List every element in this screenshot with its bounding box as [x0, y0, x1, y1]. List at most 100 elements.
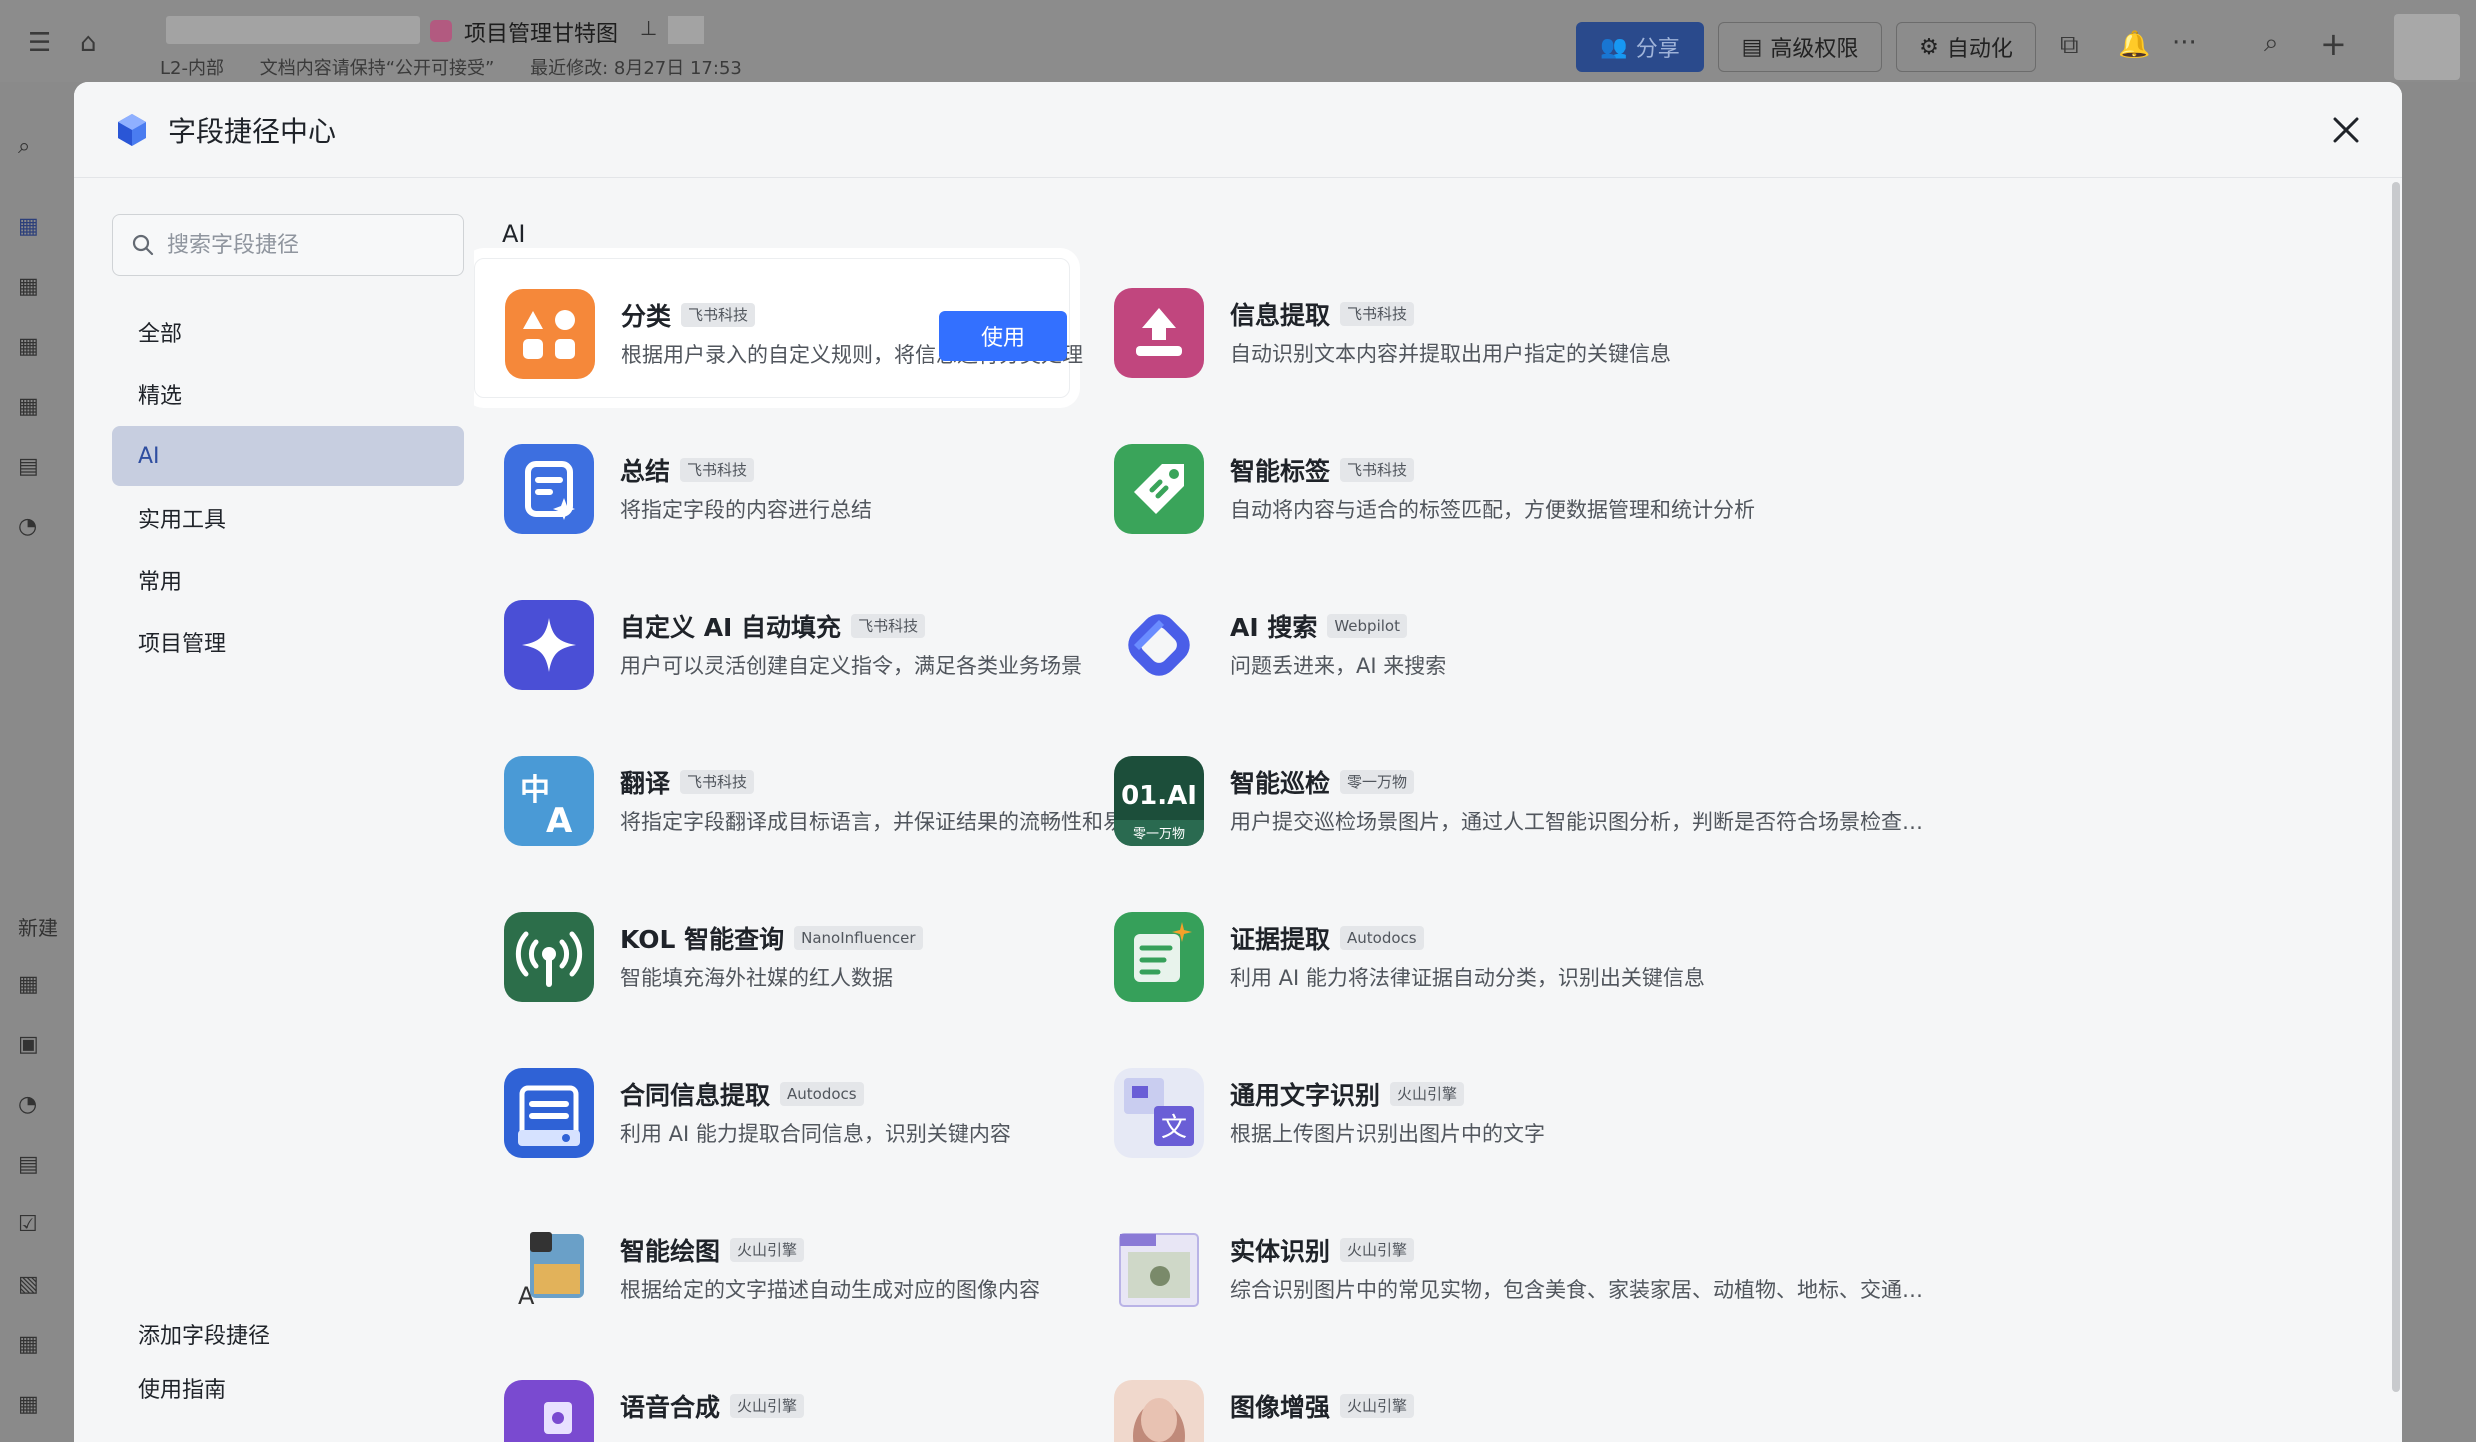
search-input[interactable]	[165, 231, 445, 259]
sparkle-icon	[504, 600, 594, 690]
evidence-icon	[1114, 912, 1204, 1002]
add-shortcut-link[interactable]: 添加字段捷径	[138, 1318, 270, 1350]
shortcut-list: AI 分类 飞书科技 根据用户录入的自定义规则，将信息进行分类处理 使用 信息提取 飞书…	[474, 178, 2402, 1442]
new-table-icon[interactable]: ▦	[18, 972, 39, 997]
provider-tag: 飞书科技	[680, 770, 755, 794]
new-excel-icon[interactable]: ▧	[18, 1272, 39, 1297]
right-panel	[2402, 82, 2476, 1442]
share-button[interactable]: 👥 分享	[1576, 22, 1704, 72]
contract-icon	[504, 1068, 594, 1158]
shortcut-card[interactable]: 语音合成 火山引擎	[474, 1350, 1074, 1442]
new-table-icon[interactable]: ▦	[18, 1392, 39, 1417]
shortcut-card[interactable]: 自定义 AI 自动填充 飞书科技 用户可以灵活创建自定义指令，满足各类业务场景	[474, 570, 1082, 710]
svg-text:零一万物: 零一万物	[1133, 827, 1185, 842]
app-background: ☰ ⌂ 项目管理甘特图 ⊥ L2-内部 文档内容请保持“公开可接受” 最近修改:…	[0, 0, 2476, 1442]
new-dashboard-icon[interactable]: ◔	[18, 1092, 37, 1117]
nav-item-featured[interactable]: 精选	[112, 364, 464, 424]
nav-item-utilities[interactable]: 实用工具	[112, 488, 464, 548]
new-doc-icon[interactable]: ▤	[18, 1152, 39, 1177]
shortcut-name: 图像增强 火山引擎	[1230, 1388, 1415, 1424]
classify-icon	[505, 289, 595, 379]
svg-text:A: A	[546, 801, 573, 841]
collapse-sidebar-icon[interactable]: ☰	[28, 30, 51, 56]
home-icon[interactable]: ⌂	[80, 30, 97, 56]
search-icon	[132, 234, 154, 256]
shortcut-description: 综合识别图片中的常见实物，包含美食、家装家居、动植物、地标、交通工具等	[1230, 1278, 1930, 1302]
shortcut-name-text: KOL 智能查询	[620, 925, 785, 954]
shortcut-logo-icon	[118, 114, 146, 146]
plus-icon[interactable]: +	[2320, 28, 2347, 60]
search-icon[interactable]: ⌕	[2264, 30, 2279, 56]
scrollbar[interactable]	[2392, 182, 2400, 1392]
shortcut-card[interactable]: 01.AI 零一万物 智能巡检 零一万物 用户提交巡检场景图片，通过人工智能识图分析，…	[1084, 726, 1984, 866]
sidebar-table-icon[interactable]: ▦	[18, 274, 39, 299]
provider-tag: 零一万物	[1340, 770, 1415, 794]
nav-item-ai[interactable]: AI	[112, 426, 464, 486]
shortcut-card[interactable]: 合同信息提取 Autodocs 利用 AI 能力提取合同信息，识别关键内容	[474, 1038, 1074, 1178]
shortcut-name: 智能绘图 火山引擎	[620, 1232, 805, 1268]
new-check-icon[interactable]: ☑	[18, 1212, 38, 1237]
provider-tag: Autodocs	[1340, 926, 1424, 950]
usage-guide-link[interactable]: 使用指南	[138, 1372, 226, 1404]
sidebar-search-icon[interactable]: ⌕	[18, 134, 30, 159]
avatar[interactable]	[2394, 14, 2460, 80]
shortcut-card[interactable]: KOL 智能查询 NanoInfluencer 智能填充海外社媒的红人数据	[474, 882, 1074, 1022]
robot-icon: ⚙	[1919, 34, 1939, 60]
provider-tag: 火山引擎	[730, 1394, 805, 1418]
sidebar-table-icon[interactable]: ▦	[18, 394, 39, 419]
new-label: 新建	[18, 916, 58, 940]
provider-tag: Webpilot	[1327, 614, 1407, 638]
provider-tag: Autodocs	[780, 1082, 864, 1106]
search-field[interactable]	[112, 214, 464, 276]
shortcut-card[interactable]: 信息提取 飞书科技 自动识别文本内容并提取出用户指定的关键信息	[1084, 258, 1984, 398]
shortcut-name-text: 总结	[620, 457, 671, 486]
shortcut-name: 通用文字识别 火山引擎	[1230, 1076, 1465, 1112]
doc-type-icon	[430, 20, 452, 42]
shortcut-description: 用户提交巡检场景图片，通过人工智能识图分析，判断是否符合场景检查标准	[1230, 810, 1930, 834]
sidebar-table-icon[interactable]: ▦	[18, 334, 39, 359]
doc-title[interactable]: 项目管理甘特图	[464, 16, 618, 48]
shortcut-name: 智能巡检 零一万物	[1230, 764, 1415, 800]
nav-item-all[interactable]: 全部	[112, 302, 464, 362]
bell-icon[interactable]: 🔔	[2118, 32, 2150, 58]
close-button[interactable]	[2324, 108, 2368, 152]
new-table-icon[interactable]: ▦	[18, 1332, 39, 1357]
shortcut-description: 自动识别文本内容并提取出用户指定的关键信息	[1230, 342, 1671, 366]
shortcut-name: 实体识别 火山引擎	[1230, 1232, 1415, 1268]
01ai-icon: 01.AI 零一万物	[1114, 756, 1204, 846]
sidebar-table-icon[interactable]: ▦	[18, 214, 39, 239]
shortcut-name-text: 合同信息提取	[620, 1081, 771, 1110]
new-form-icon[interactable]: ▣	[18, 1032, 39, 1057]
extension-icon[interactable]: ⧉	[2060, 32, 2079, 58]
pin-icon[interactable]: ⊥	[640, 16, 657, 40]
more-icon[interactable]: ···	[2172, 30, 2197, 56]
shortcut-card[interactable]: 总结 飞书科技 将指定字段的内容进行总结	[474, 414, 1074, 554]
svg-text:A: A	[518, 1282, 535, 1310]
shortcut-description: 利用 AI 能力将法律证据自动分类，识别出关键信息	[1230, 966, 1705, 990]
provider-tag: NanoInfluencer	[794, 926, 923, 950]
shortcut-card[interactable]: 实体识别 火山引擎综合识别图片中的常见实物，包含美食、家装家居、动植物、地标、交通…	[1084, 1194, 1984, 1334]
shortcut-name-text: 翻译	[620, 769, 671, 798]
shortcut-name-text: 图像增强	[1230, 1393, 1331, 1422]
shortcut-card[interactable]: 图像增强 火山引擎	[1084, 1350, 1984, 1442]
sidebar-doc-icon[interactable]: ▤	[18, 454, 39, 479]
advanced-permission-button[interactable]: ▤ 高级权限	[1718, 22, 1882, 72]
shortcut-card[interactable]: A 智能绘图 火山引擎 根据给定的文字描述自动生成对应的图像内容	[474, 1194, 1074, 1334]
automation-button[interactable]: ⚙ 自动化	[1896, 22, 2036, 72]
broadcast-icon	[504, 912, 594, 1002]
last-modified: 最近修改: 8月27日 17:53	[530, 58, 742, 79]
svg-text:01.AI: 01.AI	[1121, 781, 1197, 811]
shortcut-card[interactable]: AI 搜索 Webpilot 问题丢进来，AI 来搜索	[1084, 570, 1984, 710]
entity-icon	[1114, 1224, 1204, 1314]
shortcut-name-text: 智能绘图	[620, 1237, 721, 1266]
shortcut-card[interactable]: 分类 飞书科技 根据用户录入的自定义规则，将信息进行分类处理 使用	[474, 258, 1083, 398]
nav-item-common[interactable]: 常用	[112, 550, 464, 610]
shortcut-card[interactable]: 智能标签 飞书科技 自动将内容与适合的标签匹配，方便数据管理和统计分析	[1084, 414, 1984, 554]
shortcut-card[interactable]: 证据提取 Autodocs 利用 AI 能力将法律证据自动分类，识别出关键信息	[1084, 882, 1984, 1022]
permission-label: 高级权限	[1770, 37, 1859, 62]
shortcut-card[interactable]: 中 A 翻译 飞书科技 将指定字段翻译成目标语言，并保证结果的流畅性和易读性	[474, 726, 1166, 866]
use-button[interactable]: 使用	[939, 311, 1067, 361]
shortcut-card[interactable]: 文 通用文字识别 火山引擎 根据上传图片识别出图片中的文字	[1084, 1038, 1984, 1178]
sidebar-dashboard-icon[interactable]: ◔	[18, 514, 37, 539]
nav-item-project-management[interactable]: 项目管理	[112, 612, 464, 672]
